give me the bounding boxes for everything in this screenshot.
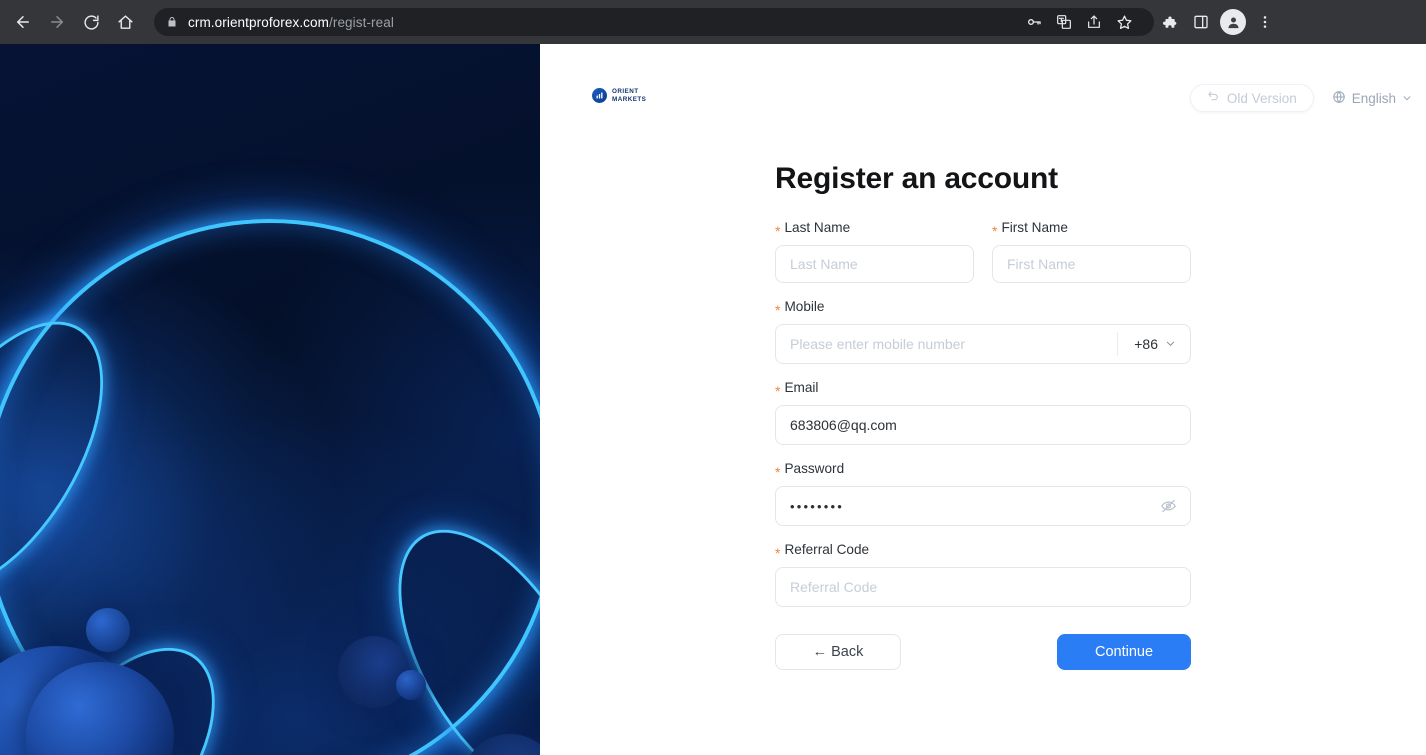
address-bar[interactable]: crm.orientproforex.com/regist-real bbox=[154, 8, 1154, 36]
first-name-placeholder: First Name bbox=[1007, 256, 1076, 272]
country-code-value: +86 bbox=[1134, 336, 1158, 352]
chevron-down-icon bbox=[1165, 336, 1176, 352]
home-button[interactable] bbox=[108, 5, 142, 39]
mobile-label: * Mobile bbox=[775, 299, 1191, 318]
brand-line-1: ORIENT bbox=[612, 88, 639, 96]
panel-header-actions: Old Version English bbox=[1189, 84, 1412, 112]
url-text: crm.orientproforex.com/regist-real bbox=[188, 15, 394, 30]
reload-icon bbox=[83, 14, 100, 31]
back-button[interactable] bbox=[6, 5, 40, 39]
country-code-select[interactable]: +86 bbox=[1117, 332, 1190, 356]
bookmark-button[interactable] bbox=[1110, 8, 1138, 36]
brand-name: ORIENT MARKETS bbox=[612, 88, 646, 103]
password-input[interactable]: •••••••• bbox=[775, 486, 1191, 526]
first-name-label: * First Name bbox=[992, 220, 1191, 239]
hero-sphere-tiny-center bbox=[396, 670, 426, 700]
required-asterisk: * bbox=[775, 383, 781, 399]
last-name-input[interactable]: Last Name bbox=[775, 245, 974, 283]
translate-icon bbox=[1056, 14, 1072, 30]
required-asterisk: * bbox=[775, 545, 781, 561]
email-field: * Email 683806@qq.com bbox=[775, 380, 1191, 445]
brand-logo[interactable]: ORIENT MARKETS bbox=[592, 88, 646, 103]
panel-header: ORIENT MARKETS Old Version English bbox=[540, 44, 1426, 154]
registration-panel: ORIENT MARKETS Old Version English Regis… bbox=[540, 44, 1426, 755]
page-content: ORIENT MARKETS Old Version English Regis… bbox=[0, 44, 1426, 755]
hero-panel bbox=[0, 44, 540, 755]
back-arrow-icon bbox=[14, 13, 32, 31]
last-name-label-text: Last Name bbox=[784, 220, 851, 235]
profile-button[interactable] bbox=[1218, 7, 1248, 37]
required-asterisk: * bbox=[775, 464, 781, 480]
lock-icon bbox=[166, 16, 178, 28]
first-name-field: * First Name First Name bbox=[992, 220, 1191, 283]
mobile-input[interactable]: Please enter mobile number +86 bbox=[775, 324, 1191, 364]
url-domain: crm.orientproforex.com bbox=[188, 14, 329, 30]
email-label: * Email bbox=[775, 380, 1191, 399]
first-name-label-text: First Name bbox=[1001, 220, 1068, 235]
chevron-down-icon bbox=[1402, 91, 1412, 106]
forward-button[interactable] bbox=[40, 5, 74, 39]
brand-line-2: MARKETS bbox=[612, 95, 647, 103]
email-input[interactable]: 683806@qq.com bbox=[775, 405, 1191, 445]
share-icon bbox=[1086, 14, 1102, 30]
email-value: 683806@qq.com bbox=[790, 417, 897, 433]
side-panel-button[interactable] bbox=[1186, 7, 1216, 37]
share-button[interactable] bbox=[1080, 8, 1108, 36]
referral-code-field: * Referral Code Referral Code bbox=[775, 542, 1191, 607]
name-row: * Last Name Last Name * First Name First… bbox=[775, 220, 1191, 299]
required-asterisk: * bbox=[775, 302, 781, 318]
form-actions: ← Back Continue bbox=[775, 634, 1191, 670]
browser-right-icons bbox=[1154, 7, 1286, 37]
star-icon bbox=[1116, 14, 1133, 31]
password-field: * Password •••••••• bbox=[775, 461, 1191, 526]
required-asterisk: * bbox=[775, 223, 781, 239]
forward-arrow-icon bbox=[48, 13, 66, 31]
side-panel-icon bbox=[1193, 14, 1209, 30]
first-name-input[interactable]: First Name bbox=[992, 245, 1191, 283]
key-icon bbox=[1026, 14, 1042, 30]
referral-code-input[interactable]: Referral Code bbox=[775, 567, 1191, 607]
referral-code-label-text: Referral Code bbox=[784, 542, 870, 557]
page-title: Register an account bbox=[775, 162, 1058, 195]
chrome-menu-button[interactable] bbox=[1250, 7, 1280, 37]
back-button[interactable]: ← Back bbox=[775, 634, 901, 670]
translate-button[interactable] bbox=[1050, 8, 1078, 36]
referral-code-label: * Referral Code bbox=[775, 542, 1191, 561]
mobile-field: * Mobile Please enter mobile number +86 bbox=[775, 299, 1191, 364]
last-name-label: * Last Name bbox=[775, 220, 974, 239]
registration-form: Register an account * Last Name Last Nam… bbox=[775, 162, 1191, 670]
browser-toolbar: crm.orientproforex.com/regist-real bbox=[0, 0, 1426, 44]
hero-sphere-center bbox=[338, 636, 410, 708]
required-asterisk: * bbox=[992, 223, 998, 239]
three-dot-menu-icon bbox=[1257, 14, 1273, 30]
mobile-label-text: Mobile bbox=[784, 299, 825, 314]
last-name-field: * Last Name Last Name bbox=[775, 220, 974, 283]
referral-code-placeholder: Referral Code bbox=[790, 579, 878, 595]
undo-arrow-icon bbox=[1207, 90, 1220, 106]
profile-avatar-icon bbox=[1220, 9, 1246, 35]
reload-button[interactable] bbox=[74, 5, 108, 39]
language-selector[interactable]: English bbox=[1332, 90, 1412, 107]
continue-button[interactable]: Continue bbox=[1057, 634, 1191, 670]
old-version-label: Old Version bbox=[1226, 90, 1297, 106]
hero-sphere-small-left bbox=[86, 608, 130, 652]
orient-markets-logo-icon bbox=[592, 88, 607, 103]
omnibox-actions bbox=[1020, 8, 1142, 36]
browser-nav-buttons bbox=[0, 5, 142, 39]
globe-icon bbox=[1332, 90, 1346, 107]
password-value: •••••••• bbox=[790, 498, 845, 514]
old-version-button[interactable]: Old Version bbox=[1189, 84, 1314, 112]
language-label: English bbox=[1351, 90, 1396, 106]
password-label: * Password bbox=[775, 461, 1191, 480]
mobile-placeholder: Please enter mobile number bbox=[790, 336, 966, 352]
password-label-text: Password bbox=[784, 461, 845, 476]
home-icon bbox=[117, 14, 134, 31]
url-path: /regist-real bbox=[329, 14, 394, 30]
extensions-button[interactable] bbox=[1154, 7, 1184, 37]
eye-invisible-icon[interactable] bbox=[1160, 498, 1177, 515]
puzzle-icon bbox=[1161, 14, 1178, 31]
email-label-text: Email bbox=[784, 380, 819, 395]
save-password-button[interactable] bbox=[1020, 8, 1048, 36]
last-name-placeholder: Last Name bbox=[790, 256, 858, 272]
